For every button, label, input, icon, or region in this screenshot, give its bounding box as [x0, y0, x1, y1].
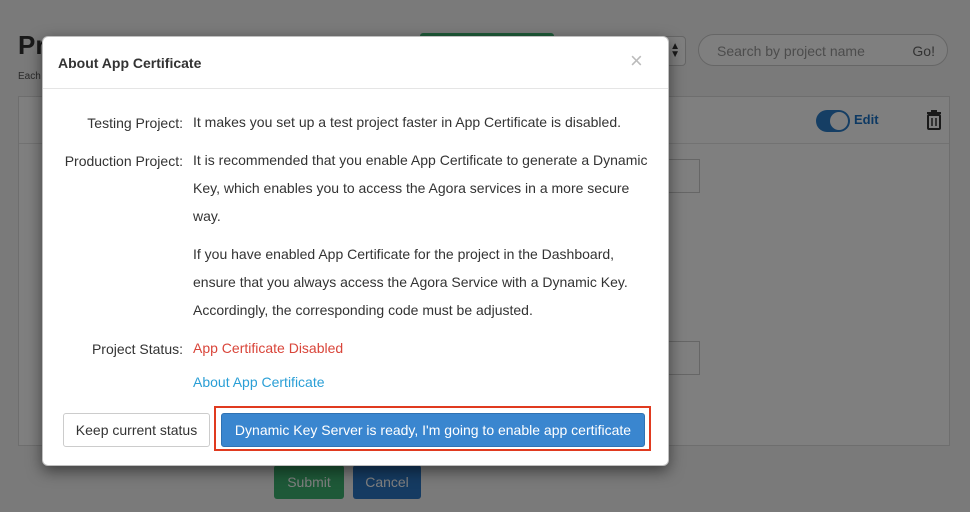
enable-app-certificate-button[interactable]: Dynamic Key Server is ready, I'm going t… [221, 413, 645, 447]
production-project-text: It is recommended that you enable App Ce… [193, 152, 648, 224]
testing-project-label: Testing Project: [87, 115, 183, 131]
modal-header: About App Certificate × [43, 37, 668, 89]
project-status-value: App Certificate Disabled [193, 340, 344, 356]
project-status-label: Project Status: [91, 341, 183, 357]
testing-project-text: It makes you set up a test project faste… [193, 114, 621, 130]
close-icon[interactable]: × [630, 49, 643, 73]
about-app-certificate-dialog: About App Certificate × Testing Project:… [42, 36, 669, 466]
about-app-certificate-link[interactable]: About App Certificate [193, 368, 655, 396]
keep-current-status-button[interactable]: Keep current status [63, 413, 210, 447]
production-project-label: Production Project: [64, 153, 183, 169]
modal-title: About App Certificate [58, 55, 202, 71]
production-project-note: If you have enabled App Certificate for … [193, 246, 628, 318]
